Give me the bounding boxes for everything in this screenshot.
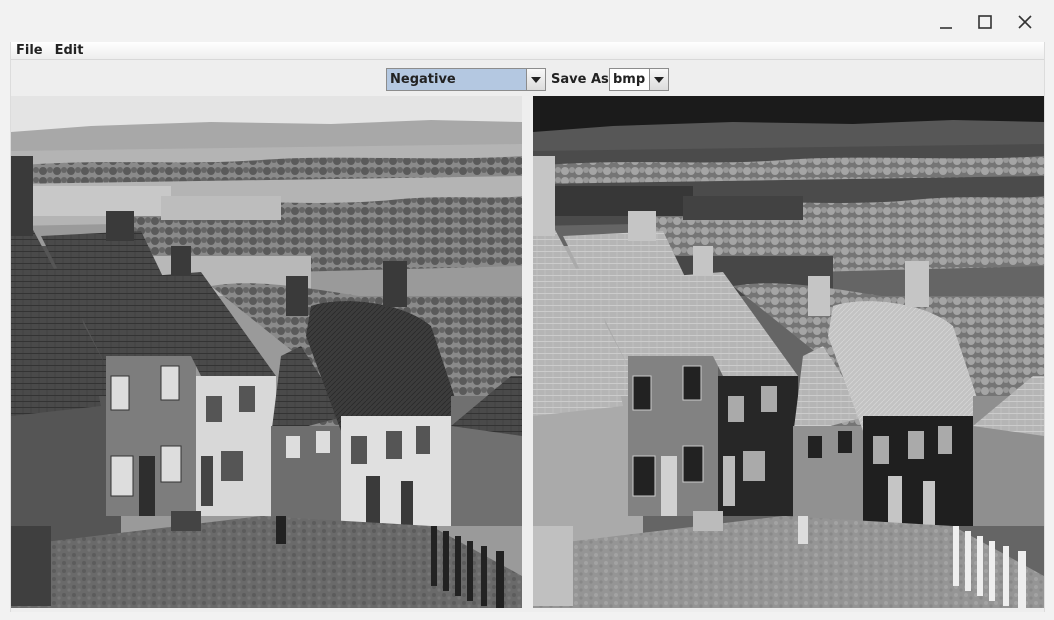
format-select-arrow-button[interactable] — [649, 69, 668, 90]
menubar: File Edit — [11, 42, 1044, 60]
toolbar: Negative Save As bmp — [11, 66, 1044, 94]
filter-select-value: Negative — [387, 69, 526, 90]
app-frame: File Edit Negative Save As bmp — [10, 42, 1045, 612]
save-as-label: Save As — [551, 72, 609, 87]
maximize-icon — [978, 15, 992, 29]
close-icon — [1018, 15, 1032, 29]
original-image — [11, 96, 522, 608]
minimize-button[interactable] — [933, 9, 959, 35]
menu-file[interactable]: File — [11, 43, 49, 59]
negative-image-pane — [533, 96, 1044, 608]
menu-edit[interactable]: Edit — [49, 43, 90, 59]
minimize-icon — [940, 27, 952, 29]
chevron-down-icon — [531, 76, 541, 83]
maximize-button[interactable] — [972, 9, 998, 35]
window-titlebar[interactable] — [0, 0, 1054, 42]
filter-select[interactable]: Negative — [386, 68, 546, 91]
chevron-down-icon — [654, 76, 664, 83]
original-image-pane — [11, 96, 522, 608]
filter-select-arrow-button[interactable] — [526, 69, 545, 90]
format-select[interactable]: bmp — [609, 68, 669, 91]
format-select-value: bmp — [613, 72, 646, 87]
negative-image — [533, 96, 1044, 608]
close-button[interactable] — [1012, 9, 1038, 35]
